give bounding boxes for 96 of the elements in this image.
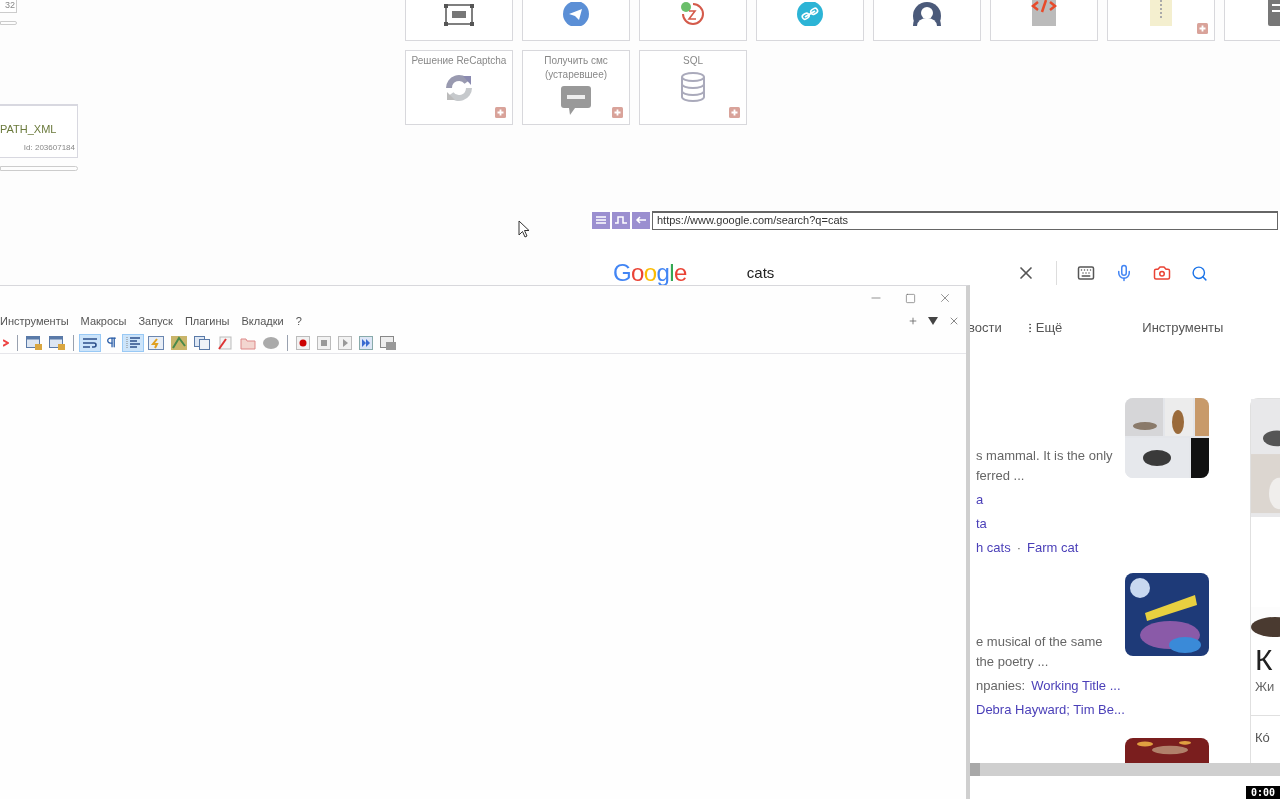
menu-item[interactable]: Инструменты <box>0 312 69 330</box>
toolbar-button[interactable] <box>356 333 376 352</box>
panel-text: Кó <box>1254 728 1271 747</box>
close-tab-icon[interactable] <box>948 315 960 327</box>
scrollbar-thumb[interactable] <box>970 763 980 776</box>
close-icon[interactable] <box>938 291 952 305</box>
horizontal-scrollbar[interactable] <box>970 763 1280 776</box>
back-arrow-icon <box>635 215 647 225</box>
result-snippet: the poetry ... <box>976 653 1049 671</box>
result-snippet: npanies: <box>976 677 1026 695</box>
tool-icon <box>263 335 279 350</box>
microphone-icon[interactable] <box>1115 264 1133 282</box>
tile-label: Получить смс (устаревшее) <box>543 54 609 82</box>
tile-label: Решение ReCaptcha <box>410 54 508 68</box>
toolbar-button[interactable] <box>377 333 399 352</box>
signal-button[interactable] <box>612 211 630 229</box>
refresh-arrows-icon <box>443 72 475 104</box>
menu-button[interactable] <box>592 211 610 229</box>
plus-badge-icon[interactable] <box>495 107 506 118</box>
link-icon <box>796 2 824 26</box>
database-icon <box>680 72 706 102</box>
node-title: PATH_XML <box>0 123 58 137</box>
clock-icon <box>679 2 707 26</box>
pilcrow-icon <box>105 336 118 349</box>
maximize-icon[interactable] <box>905 292 916 304</box>
tool-icon <box>359 335 373 350</box>
toolbar-button[interactable] <box>168 333 190 352</box>
toolbar-button[interactable] <box>314 333 334 352</box>
tool-icon <box>240 335 256 350</box>
result-link[interactable]: Debra Hayward; Tim Be... <box>976 700 1125 720</box>
canvas-node[interactable]: PATH_XML Id: 203607184 <box>0 104 78 158</box>
tool-icon <box>317 335 331 350</box>
back-button[interactable] <box>632 211 650 229</box>
tool-icon <box>26 335 42 350</box>
paper-plane-icon <box>562 2 590 26</box>
new-tab-icon[interactable] <box>908 316 918 326</box>
action-tile[interactable]: SQL <box>639 50 747 125</box>
search-icon[interactable] <box>1191 264 1208 282</box>
tool-icon <box>49 335 65 350</box>
plus-badge-icon[interactable] <box>729 107 740 118</box>
result-link[interactable]: ta <box>976 514 987 534</box>
toolbar-button[interactable] <box>293 333 313 352</box>
menu-item[interactable]: Запуск <box>138 312 173 330</box>
result-link[interactable]: a <box>976 490 984 510</box>
dropdown-icon[interactable] <box>928 317 938 325</box>
node-id: Id: 203607184 <box>23 143 76 153</box>
tool-icon <box>194 335 210 350</box>
tool-icon <box>82 335 98 350</box>
plus-badge-icon[interactable] <box>612 107 623 118</box>
tool-icon <box>338 335 352 350</box>
camera-icon[interactable] <box>1153 264 1171 282</box>
search-field[interactable]: cats <box>746 263 1016 283</box>
result-link[interactable]: Farm cat <box>1027 538 1079 558</box>
plus-badge-icon[interactable] <box>1197 23 1208 34</box>
user-icon <box>912 2 942 26</box>
tool-icon <box>125 335 141 350</box>
tool-icon <box>380 335 396 350</box>
tool-icon <box>148 335 164 350</box>
chat-bubble-icon <box>561 86 591 116</box>
result-snippet: · <box>1016 539 1022 557</box>
action-tile[interactable]: Решение ReCaptcha <box>405 50 513 125</box>
toolbar-button[interactable] <box>145 333 167 352</box>
toolbar-button[interactable] <box>79 333 101 352</box>
menu-item[interactable]: ? <box>295 312 302 330</box>
result-link[interactable]: Working Title ... <box>1031 676 1121 696</box>
text-file-icon <box>444 4 474 26</box>
tile-label: SQL <box>682 54 704 68</box>
canvas-node[interactable]: 32 <box>0 0 17 13</box>
square-wave-icon <box>615 215 627 225</box>
toolbar-button[interactable] <box>46 333 68 352</box>
tool-icon <box>217 335 233 350</box>
timer: 0:00 <box>1245 786 1280 799</box>
tools-tab[interactable]: Инструменты <box>1142 318 1224 338</box>
panel-heading: К <box>1254 643 1274 677</box>
toolbar-button[interactable] <box>335 333 355 352</box>
zip-file-icon <box>1148 0 1174 26</box>
tool-icon <box>171 335 187 350</box>
more-tab[interactable]: Ещё <box>1023 318 1063 338</box>
tool-icon <box>296 335 310 350</box>
menu-item[interactable]: Вкладки <box>241 312 284 330</box>
node-label: 32 <box>5 0 15 11</box>
toolbar-button[interactable] <box>191 333 213 352</box>
result-snippet: ferred ... <box>976 467 1025 485</box>
menu-item[interactable]: Макросы <box>80 312 127 330</box>
mouse-cursor-icon <box>518 220 530 238</box>
result-link[interactable]: h cats <box>976 538 1011 558</box>
toolbar-button[interactable] <box>122 333 144 352</box>
toolbar-button[interactable] <box>23 333 45 352</box>
result-snippet: s mammal. It is the only <box>976 447 1113 465</box>
menu-item[interactable]: Плагины <box>184 312 230 330</box>
url-field[interactable]: https://www.google.com/search?q=cats <box>652 210 1278 230</box>
panel-subheading: Жи <box>1254 678 1276 696</box>
action-tile[interactable]: Получить смс (устаревшее) <box>522 50 630 125</box>
keyboard-icon[interactable] <box>1077 264 1095 282</box>
result-snippet: e musical of the same <box>976 633 1103 651</box>
menu-icon <box>595 215 607 225</box>
